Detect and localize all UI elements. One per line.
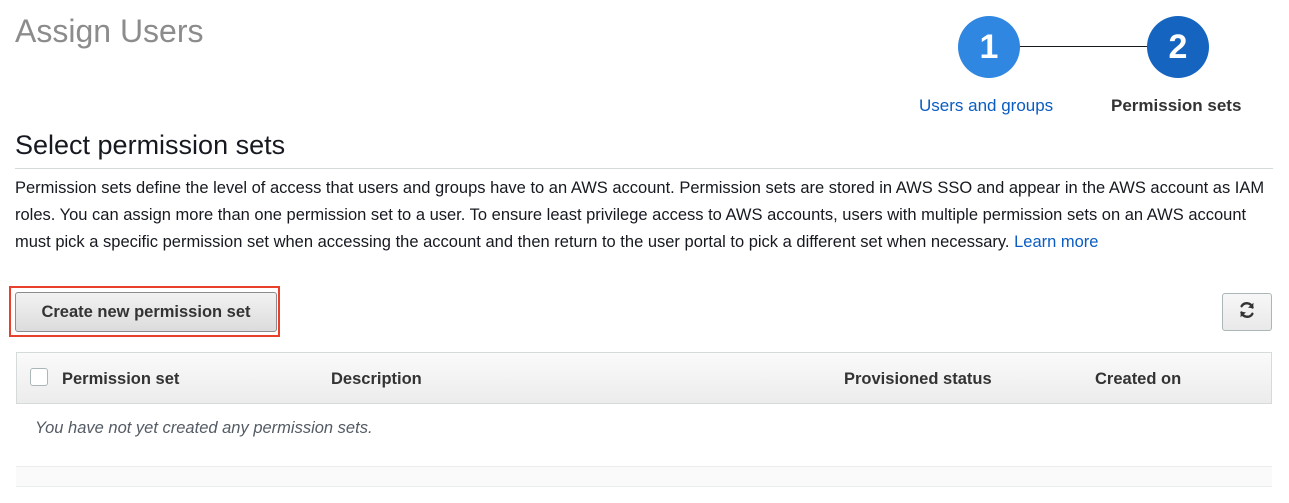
- column-header-provisioned-status[interactable]: Provisioned status: [844, 370, 992, 389]
- column-header-description[interactable]: Description: [331, 370, 422, 389]
- section-divider: [15, 168, 1273, 169]
- step-2-circle: 2: [1147, 16, 1209, 78]
- assign-users-page: Assign Users 1 2 Users and groups Permis…: [0, 0, 1289, 503]
- select-all-checkbox[interactable]: [30, 368, 48, 386]
- section-title: Select permission sets: [15, 130, 286, 160]
- refresh-button[interactable]: [1222, 293, 1272, 331]
- table-header: Permission set Description Provisioned s…: [16, 352, 1272, 404]
- learn-more-link[interactable]: Learn more: [1014, 233, 1098, 251]
- refresh-icon: [1237, 300, 1257, 325]
- wizard-stepper: 1 2 Users and groups Permission sets: [900, 14, 1270, 124]
- step-1-circle[interactable]: 1: [958, 16, 1020, 78]
- table-footer-band: [16, 467, 1272, 487]
- create-new-permission-set-button[interactable]: Create new permission set: [15, 292, 277, 332]
- empty-table-message: You have not yet created any permission …: [35, 419, 373, 437]
- table-bottom-divider: [16, 486, 1272, 487]
- step-users-and-groups-link[interactable]: Users and groups: [919, 96, 1053, 116]
- column-header-permission-set[interactable]: Permission set: [62, 370, 179, 389]
- column-header-created-on[interactable]: Created on: [1095, 370, 1181, 389]
- step-permission-sets-label: Permission sets: [1111, 96, 1242, 115]
- page-title: Assign Users: [15, 13, 204, 49]
- section-description: Permission sets define the level of acce…: [15, 175, 1277, 256]
